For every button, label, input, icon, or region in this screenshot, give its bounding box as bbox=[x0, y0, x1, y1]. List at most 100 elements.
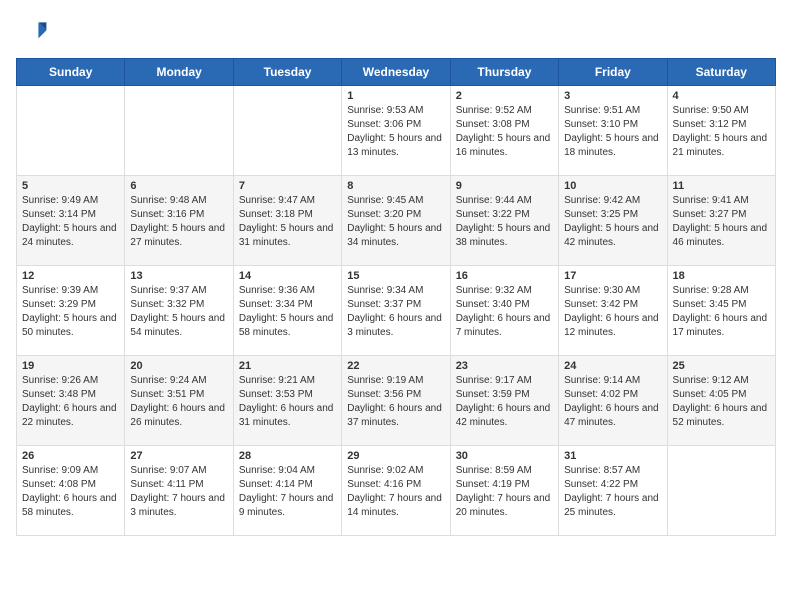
day-info: Sunrise: 9:09 AM Sunset: 4:08 PM Dayligh… bbox=[22, 464, 119, 520]
calendar-cell: 23 Sunrise: 9:17 AM Sunset: 3:59 PM Dayl… bbox=[450, 356, 558, 446]
day-number: 30 bbox=[456, 450, 553, 462]
calendar-cell: 25 Sunrise: 9:12 AM Sunset: 4:05 PM Dayl… bbox=[667, 356, 775, 446]
day-number: 22 bbox=[347, 360, 444, 372]
day-info: Sunrise: 9:39 AM Sunset: 3:29 PM Dayligh… bbox=[22, 284, 119, 340]
day-info: Sunrise: 9:07 AM Sunset: 4:11 PM Dayligh… bbox=[130, 464, 227, 520]
day-info: Sunrise: 9:32 AM Sunset: 3:40 PM Dayligh… bbox=[456, 284, 553, 340]
day-number: 16 bbox=[456, 270, 553, 282]
calendar-cell: 16 Sunrise: 9:32 AM Sunset: 3:40 PM Dayl… bbox=[450, 266, 558, 356]
day-number: 26 bbox=[22, 450, 119, 462]
day-number: 25 bbox=[673, 360, 770, 372]
calendar-cell: 4 Sunrise: 9:50 AM Sunset: 3:12 PM Dayli… bbox=[667, 86, 775, 176]
day-info: Sunrise: 9:48 AM Sunset: 3:16 PM Dayligh… bbox=[130, 194, 227, 250]
day-number: 27 bbox=[130, 450, 227, 462]
day-info: Sunrise: 9:30 AM Sunset: 3:42 PM Dayligh… bbox=[564, 284, 661, 340]
calendar-cell: 26 Sunrise: 9:09 AM Sunset: 4:08 PM Dayl… bbox=[17, 446, 125, 536]
calendar-cell: 29 Sunrise: 9:02 AM Sunset: 4:16 PM Dayl… bbox=[342, 446, 450, 536]
day-header-monday: Monday bbox=[125, 59, 233, 86]
calendar-cell: 14 Sunrise: 9:36 AM Sunset: 3:34 PM Dayl… bbox=[233, 266, 341, 356]
day-info: Sunrise: 8:59 AM Sunset: 4:19 PM Dayligh… bbox=[456, 464, 553, 520]
day-info: Sunrise: 9:12 AM Sunset: 4:05 PM Dayligh… bbox=[673, 374, 770, 430]
calendar-cell: 13 Sunrise: 9:37 AM Sunset: 3:32 PM Dayl… bbox=[125, 266, 233, 356]
calendar-cell: 24 Sunrise: 9:14 AM Sunset: 4:02 PM Dayl… bbox=[559, 356, 667, 446]
calendar-cell: 20 Sunrise: 9:24 AM Sunset: 3:51 PM Dayl… bbox=[125, 356, 233, 446]
calendar-cell: 1 Sunrise: 9:53 AM Sunset: 3:06 PM Dayli… bbox=[342, 86, 450, 176]
calendar-cell: 7 Sunrise: 9:47 AM Sunset: 3:18 PM Dayli… bbox=[233, 176, 341, 266]
day-info: Sunrise: 9:41 AM Sunset: 3:27 PM Dayligh… bbox=[673, 194, 770, 250]
day-info: Sunrise: 9:42 AM Sunset: 3:25 PM Dayligh… bbox=[564, 194, 661, 250]
logo-icon bbox=[16, 16, 48, 48]
day-number: 18 bbox=[673, 270, 770, 282]
calendar: SundayMondayTuesdayWednesdayThursdayFrid… bbox=[16, 58, 776, 536]
calendar-week-row: 19 Sunrise: 9:26 AM Sunset: 3:48 PM Dayl… bbox=[17, 356, 776, 446]
day-number: 1 bbox=[347, 90, 444, 102]
day-number: 13 bbox=[130, 270, 227, 282]
day-info: Sunrise: 9:53 AM Sunset: 3:06 PM Dayligh… bbox=[347, 104, 444, 160]
calendar-cell: 31 Sunrise: 8:57 AM Sunset: 4:22 PM Dayl… bbox=[559, 446, 667, 536]
day-number: 20 bbox=[130, 360, 227, 372]
day-info: Sunrise: 9:28 AM Sunset: 3:45 PM Dayligh… bbox=[673, 284, 770, 340]
day-number: 3 bbox=[564, 90, 661, 102]
day-number: 11 bbox=[673, 180, 770, 192]
day-info: Sunrise: 9:17 AM Sunset: 3:59 PM Dayligh… bbox=[456, 374, 553, 430]
day-info: Sunrise: 9:50 AM Sunset: 3:12 PM Dayligh… bbox=[673, 104, 770, 160]
calendar-cell bbox=[17, 86, 125, 176]
calendar-cell: 6 Sunrise: 9:48 AM Sunset: 3:16 PM Dayli… bbox=[125, 176, 233, 266]
day-header-friday: Friday bbox=[559, 59, 667, 86]
calendar-cell: 15 Sunrise: 9:34 AM Sunset: 3:37 PM Dayl… bbox=[342, 266, 450, 356]
day-info: Sunrise: 9:21 AM Sunset: 3:53 PM Dayligh… bbox=[239, 374, 336, 430]
calendar-cell: 17 Sunrise: 9:30 AM Sunset: 3:42 PM Dayl… bbox=[559, 266, 667, 356]
calendar-cell: 27 Sunrise: 9:07 AM Sunset: 4:11 PM Dayl… bbox=[125, 446, 233, 536]
day-number: 19 bbox=[22, 360, 119, 372]
page-header bbox=[16, 16, 776, 48]
calendar-cell: 10 Sunrise: 9:42 AM Sunset: 3:25 PM Dayl… bbox=[559, 176, 667, 266]
calendar-cell bbox=[667, 446, 775, 536]
day-number: 28 bbox=[239, 450, 336, 462]
day-number: 8 bbox=[347, 180, 444, 192]
calendar-cell: 19 Sunrise: 9:26 AM Sunset: 3:48 PM Dayl… bbox=[17, 356, 125, 446]
day-info: Sunrise: 9:44 AM Sunset: 3:22 PM Dayligh… bbox=[456, 194, 553, 250]
calendar-week-row: 1 Sunrise: 9:53 AM Sunset: 3:06 PM Dayli… bbox=[17, 86, 776, 176]
calendar-cell bbox=[125, 86, 233, 176]
logo bbox=[16, 16, 52, 48]
day-info: Sunrise: 9:04 AM Sunset: 4:14 PM Dayligh… bbox=[239, 464, 336, 520]
day-info: Sunrise: 9:51 AM Sunset: 3:10 PM Dayligh… bbox=[564, 104, 661, 160]
day-number: 10 bbox=[564, 180, 661, 192]
day-number: 23 bbox=[456, 360, 553, 372]
day-info: Sunrise: 9:52 AM Sunset: 3:08 PM Dayligh… bbox=[456, 104, 553, 160]
day-info: Sunrise: 9:37 AM Sunset: 3:32 PM Dayligh… bbox=[130, 284, 227, 340]
day-info: Sunrise: 9:19 AM Sunset: 3:56 PM Dayligh… bbox=[347, 374, 444, 430]
calendar-cell: 2 Sunrise: 9:52 AM Sunset: 3:08 PM Dayli… bbox=[450, 86, 558, 176]
day-info: Sunrise: 9:02 AM Sunset: 4:16 PM Dayligh… bbox=[347, 464, 444, 520]
day-number: 2 bbox=[456, 90, 553, 102]
calendar-cell: 11 Sunrise: 9:41 AM Sunset: 3:27 PM Dayl… bbox=[667, 176, 775, 266]
day-info: Sunrise: 9:49 AM Sunset: 3:14 PM Dayligh… bbox=[22, 194, 119, 250]
calendar-cell: 28 Sunrise: 9:04 AM Sunset: 4:14 PM Dayl… bbox=[233, 446, 341, 536]
day-number: 4 bbox=[673, 90, 770, 102]
day-info: Sunrise: 9:34 AM Sunset: 3:37 PM Dayligh… bbox=[347, 284, 444, 340]
day-number: 5 bbox=[22, 180, 119, 192]
calendar-header-row: SundayMondayTuesdayWednesdayThursdayFrid… bbox=[17, 59, 776, 86]
day-number: 12 bbox=[22, 270, 119, 282]
calendar-cell: 9 Sunrise: 9:44 AM Sunset: 3:22 PM Dayli… bbox=[450, 176, 558, 266]
day-number: 29 bbox=[347, 450, 444, 462]
day-number: 14 bbox=[239, 270, 336, 282]
day-number: 17 bbox=[564, 270, 661, 282]
day-info: Sunrise: 9:24 AM Sunset: 3:51 PM Dayligh… bbox=[130, 374, 227, 430]
calendar-cell: 30 Sunrise: 8:59 AM Sunset: 4:19 PM Dayl… bbox=[450, 446, 558, 536]
day-number: 9 bbox=[456, 180, 553, 192]
day-info: Sunrise: 8:57 AM Sunset: 4:22 PM Dayligh… bbox=[564, 464, 661, 520]
calendar-cell: 5 Sunrise: 9:49 AM Sunset: 3:14 PM Dayli… bbox=[17, 176, 125, 266]
calendar-cell: 8 Sunrise: 9:45 AM Sunset: 3:20 PM Dayli… bbox=[342, 176, 450, 266]
day-number: 15 bbox=[347, 270, 444, 282]
calendar-cell: 22 Sunrise: 9:19 AM Sunset: 3:56 PM Dayl… bbox=[342, 356, 450, 446]
day-number: 21 bbox=[239, 360, 336, 372]
day-info: Sunrise: 9:36 AM Sunset: 3:34 PM Dayligh… bbox=[239, 284, 336, 340]
calendar-cell: 18 Sunrise: 9:28 AM Sunset: 3:45 PM Dayl… bbox=[667, 266, 775, 356]
day-info: Sunrise: 9:26 AM Sunset: 3:48 PM Dayligh… bbox=[22, 374, 119, 430]
calendar-cell: 12 Sunrise: 9:39 AM Sunset: 3:29 PM Dayl… bbox=[17, 266, 125, 356]
day-number: 6 bbox=[130, 180, 227, 192]
calendar-cell: 21 Sunrise: 9:21 AM Sunset: 3:53 PM Dayl… bbox=[233, 356, 341, 446]
calendar-week-row: 5 Sunrise: 9:49 AM Sunset: 3:14 PM Dayli… bbox=[17, 176, 776, 266]
day-header-sunday: Sunday bbox=[17, 59, 125, 86]
